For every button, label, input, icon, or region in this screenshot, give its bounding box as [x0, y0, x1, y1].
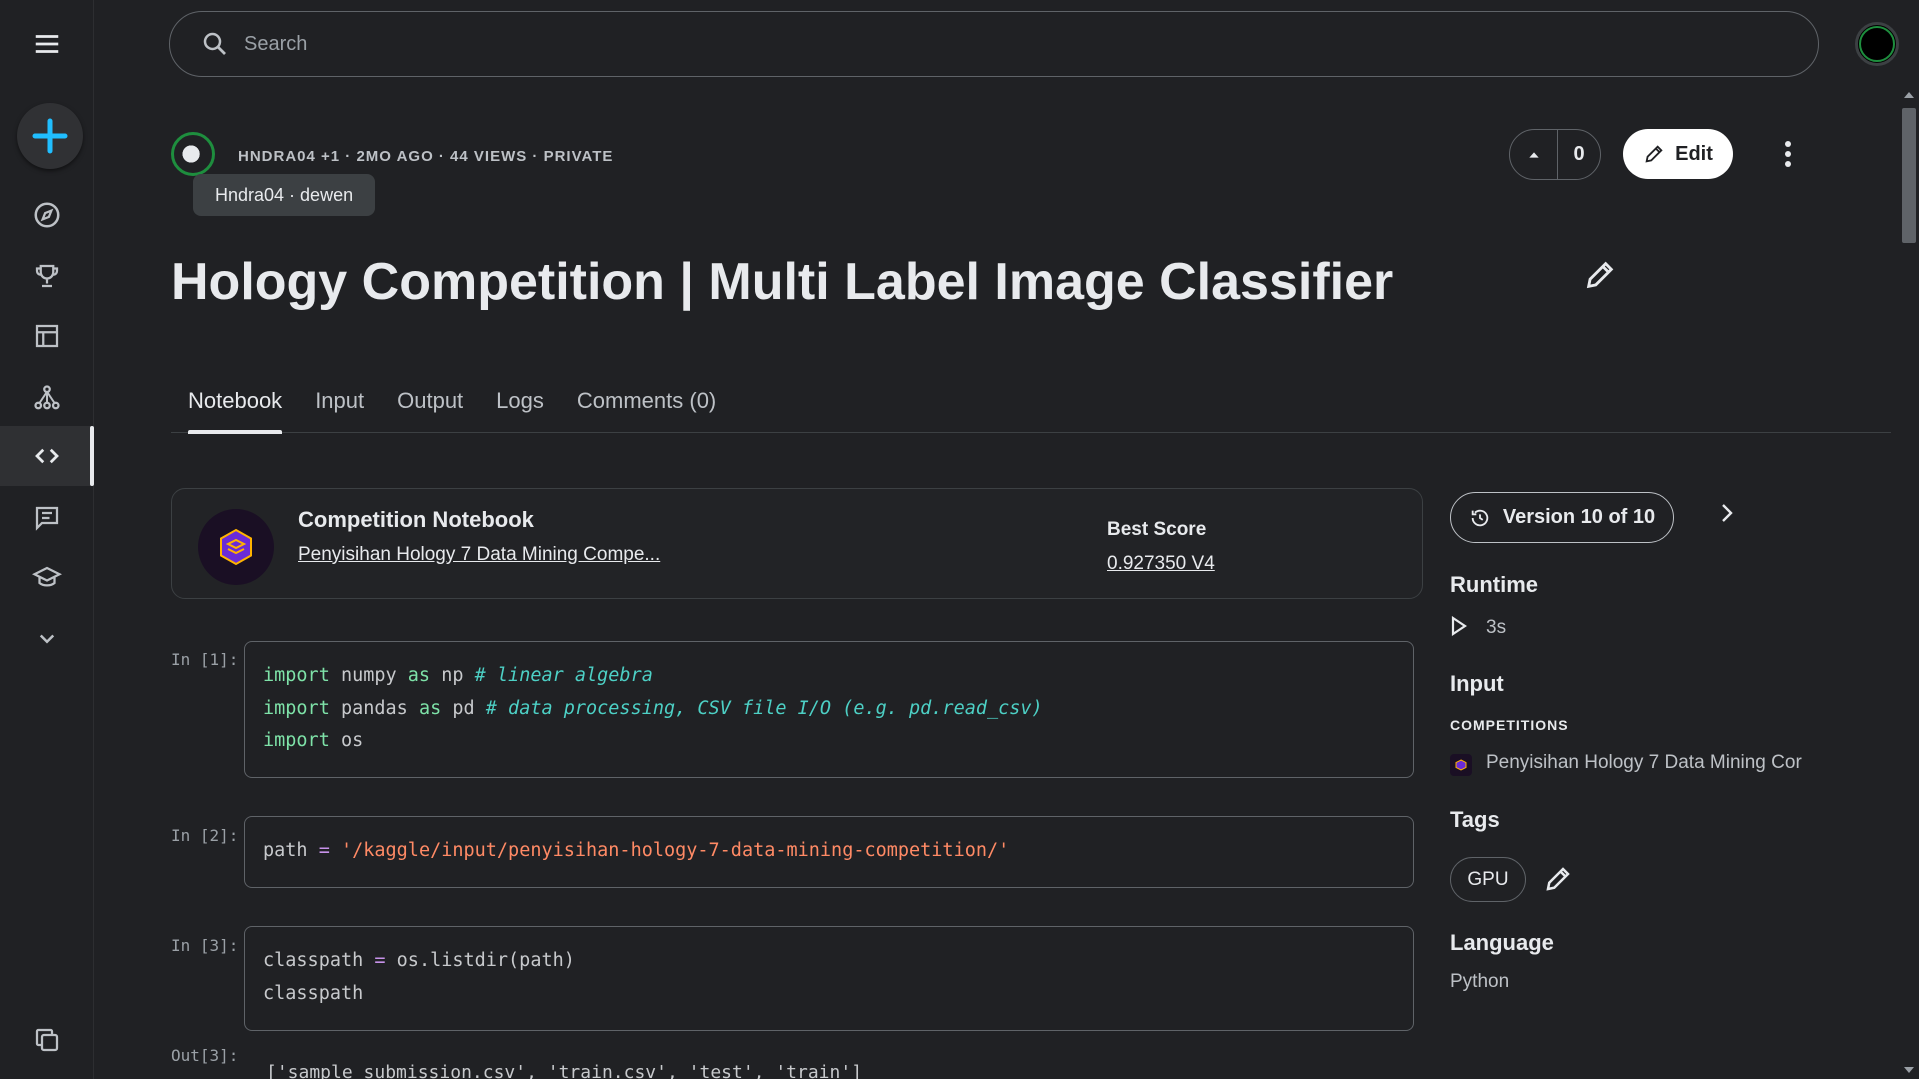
tab-output[interactable]: Output — [380, 380, 479, 433]
search-input[interactable] — [244, 32, 1744, 56]
code-cell[interactable]: path = '/kaggle/input/penyisihan-hology-… — [244, 816, 1414, 888]
notebook-tabs: Notebook Input Output Logs Comments (0) — [171, 380, 1891, 434]
tab-input[interactable]: Input — [298, 380, 380, 433]
pencil-icon — [1645, 145, 1663, 163]
language-heading: Language — [1450, 930, 1554, 955]
code-cell[interactable]: classpath = os.listdir(path) classpath — [244, 926, 1414, 1031]
upvote-widget: 0 — [1509, 129, 1601, 180]
user-avatar[interactable] — [1855, 22, 1899, 66]
output-prompt: Out[3]: — [171, 1046, 239, 1065]
upvote-button[interactable] — [1510, 130, 1558, 179]
edit-tags-icon[interactable] — [1543, 864, 1573, 894]
create-button[interactable] — [17, 103, 83, 169]
vote-count: 0 — [1573, 143, 1585, 165]
best-score-link[interactable]: 0.927350 V4 — [1107, 553, 1215, 575]
owner-avatar[interactable] — [171, 132, 215, 176]
code-icon[interactable] — [0, 426, 94, 486]
input-competition-name: Penyisihan Hology 7 Data Mining Cor — [1486, 752, 1802, 773]
competition-thumb-icon — [1450, 754, 1472, 776]
play-icon — [1451, 616, 1467, 636]
page-title: Hology Competition | Multi Label Image C… — [171, 253, 1394, 311]
models-icon[interactable] — [0, 372, 94, 424]
tab-notebook[interactable]: Notebook — [171, 380, 298, 434]
kaggle-notebook-page: HNDRA04 +1 · 2MO AGO · 44 VIEWS · PRIVAT… — [0, 0, 1919, 1079]
learn-icon[interactable] — [0, 552, 94, 604]
tab-comments[interactable]: Comments (0) — [560, 380, 732, 433]
collaborators-tooltip: Hndra04 · dewen — [193, 174, 376, 216]
search-bar[interactable] — [169, 11, 1819, 77]
cell-prompt: In [2]: — [171, 826, 239, 845]
page-scrollbar[interactable] — [1898, 88, 1919, 1079]
scroll-down-arrow-icon[interactable] — [1904, 1067, 1914, 1073]
hology-logo-icon — [220, 528, 252, 566]
chevron-down-icon[interactable] — [0, 612, 94, 664]
input-heading: Input — [1450, 671, 1504, 696]
history-icon — [1471, 509, 1489, 526]
edit-button-label: Edit — [1675, 142, 1713, 165]
discussions-icon[interactable] — [0, 492, 94, 544]
explore-icon[interactable] — [0, 189, 94, 241]
version-label: Version 10 of 10 — [1502, 506, 1656, 528]
more-options-button[interactable] — [1770, 134, 1806, 174]
search-icon — [203, 32, 226, 55]
competition-card: Competition Notebook Penyisihan Hology 7… — [171, 488, 1423, 599]
competition-logo — [198, 509, 274, 585]
kebab-menu-icon — [1785, 141, 1791, 167]
edit-button[interactable]: Edit — [1623, 129, 1733, 179]
cell-prompt: In [3]: — [171, 936, 239, 955]
scroll-thumb[interactable] — [1902, 108, 1916, 243]
runtime-value: 3s — [1486, 617, 1507, 638]
caret-up-icon — [1528, 151, 1539, 158]
your-work-icon[interactable] — [0, 1014, 94, 1066]
scroll-up-arrow-icon[interactable] — [1904, 92, 1914, 98]
tag-chip[interactable]: GPU — [1450, 857, 1526, 902]
input-competition-link[interactable]: Penyisihan Hology 7 Data Mining Cor — [1486, 752, 1822, 774]
language-value: Python — [1450, 971, 1510, 992]
competitions-label: COMPETITIONS — [1450, 717, 1569, 733]
left-nav-rail — [0, 0, 94, 1079]
competition-notebook-label: Competition Notebook — [298, 507, 534, 532]
chevron-right-icon[interactable] — [1712, 496, 1742, 530]
datasets-icon[interactable] — [0, 310, 94, 362]
notebook-meta: HNDRA04 +1 · 2MO AGO · 44 VIEWS · PRIVAT… — [238, 148, 614, 165]
competitions-icon[interactable] — [0, 250, 94, 302]
cell-prompt: In [1]: — [171, 650, 239, 669]
edit-title-icon[interactable] — [1583, 258, 1617, 292]
version-button[interactable]: Version 10 of 10 — [1450, 492, 1674, 543]
plus-icon — [32, 118, 68, 154]
competition-link[interactable]: Penyisihan Hology 7 Data Mining Compe... — [298, 544, 660, 566]
tags-heading: Tags — [1450, 807, 1500, 832]
cell-output: ['sample_submission.csv', 'train.csv', '… — [266, 1062, 863, 1079]
tab-logs[interactable]: Logs — [479, 380, 560, 433]
best-score-label: Best Score — [1107, 519, 1207, 540]
menu-icon[interactable] — [0, 18, 94, 70]
runtime-heading: Runtime — [1450, 572, 1538, 597]
code-cell[interactable]: import numpy as np # linear algebra impo… — [244, 641, 1414, 778]
